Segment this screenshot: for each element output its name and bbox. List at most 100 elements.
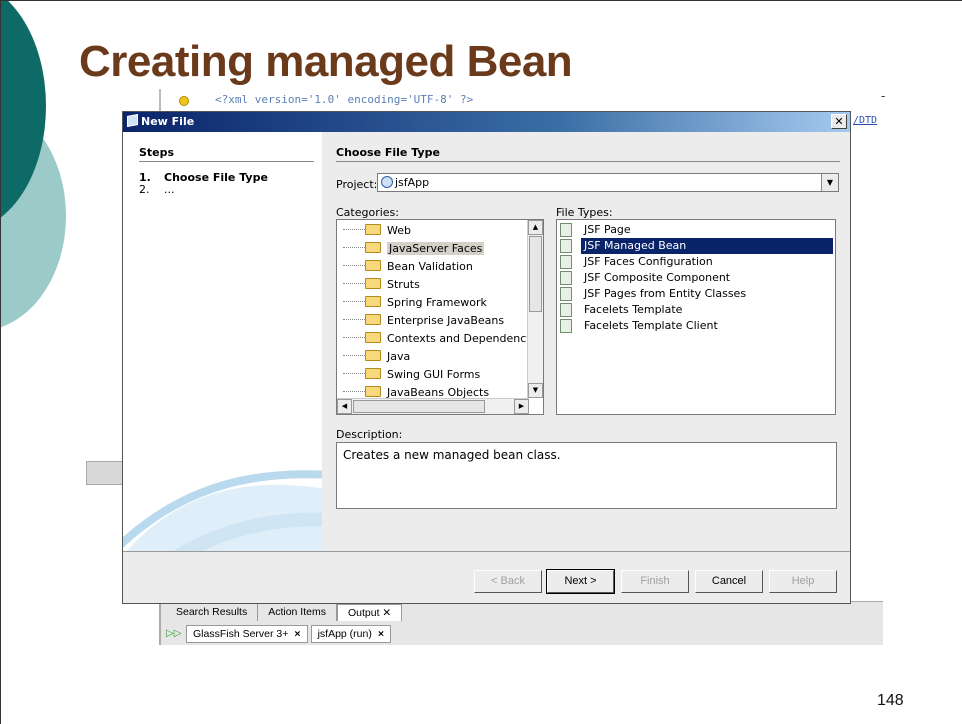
file-type-jsf-pages-from-entity[interactable]: JSF Pages from Entity Classes: [557, 286, 835, 302]
run-tab-jsfapp[interactable]: jsfApp (run) ×: [310, 625, 391, 643]
file-types-label: File Types:: [556, 206, 613, 219]
project-value: jsfApp: [395, 176, 430, 189]
folder-icon: [365, 224, 381, 235]
folder-icon: [365, 278, 381, 289]
file-type-jsf-managed-bean[interactable]: JSF Managed Bean: [557, 238, 835, 254]
file-type-label: JSF Page: [584, 223, 631, 236]
run-tab-glassfish[interactable]: GlassFish Server 3+ ×: [186, 625, 308, 643]
category-label: Java: [387, 350, 411, 363]
decorative-swoosh: [123, 470, 322, 551]
project-label: Project:: [336, 178, 378, 191]
category-item-enterprise-javabeans[interactable]: Enterprise JavaBeans: [337, 312, 527, 330]
close-icon[interactable]: ×: [294, 628, 300, 640]
file-types-list[interactable]: JSF Page JSF Managed Bean JSF Faces Conf…: [556, 219, 836, 415]
globe-icon: [381, 176, 393, 188]
file-icon: [560, 319, 572, 333]
category-item-javaserver-faces[interactable]: JavaServer Faces: [337, 240, 527, 258]
finish-button[interactable]: Finish: [621, 570, 689, 593]
file-type-label: JSF Composite Component: [584, 271, 731, 284]
cancel-button[interactable]: Cancel: [695, 570, 763, 593]
bean-file-icon: [560, 239, 572, 253]
category-item-contexts-dependency[interactable]: Contexts and Dependency Inj: [337, 330, 543, 348]
file-type-jsf-faces-configuration[interactable]: JSF Faces Configuration: [557, 254, 835, 270]
close-icon[interactable]: ×: [378, 628, 384, 640]
ide-dash: -: [881, 89, 886, 103]
button-bar: < Back Next > Finish Cancel Help: [123, 551, 850, 604]
file-type-label: Facelets Template: [584, 303, 683, 316]
chevron-down-icon[interactable]: ▼: [821, 174, 838, 191]
file-type-label: JSF Faces Configuration: [584, 255, 713, 268]
category-item-java[interactable]: Java: [337, 348, 527, 366]
run-tab-label: jsfApp (run): [317, 628, 372, 640]
category-label: Struts: [387, 278, 420, 291]
file-type-label: Facelets Template Client: [584, 319, 718, 332]
run-icon[interactable]: ▷▷: [166, 627, 182, 641]
folder-icon: [365, 314, 381, 325]
category-label: Web: [387, 224, 411, 237]
file-type-label: JSF Managed Bean: [581, 238, 833, 254]
category-label: Spring Framework: [387, 296, 487, 309]
scroll-up-icon[interactable]: ▲: [528, 220, 543, 235]
project-select[interactable]: jsfApp ▼: [377, 173, 839, 192]
next-button[interactable]: Next >: [546, 569, 615, 594]
folder-icon: [365, 386, 381, 397]
folder-icon: [365, 332, 381, 343]
ide-side-panel: [86, 461, 126, 485]
file-icon: [560, 271, 572, 285]
content-panel: Choose File Type Project: jsfApp ▼ Categ…: [322, 132, 852, 551]
description-label: Description:: [336, 428, 403, 441]
categories-vertical-scrollbar[interactable]: ▲ ▼: [527, 220, 543, 398]
folder-icon: [365, 296, 381, 307]
hint-icon[interactable]: [179, 96, 189, 106]
categories-list[interactable]: Web JavaServer Faces Bean Validation Str…: [336, 219, 544, 415]
file-type-jsf-page[interactable]: JSF Page: [557, 222, 835, 238]
category-label: Bean Validation: [387, 260, 473, 273]
file-type-jsf-composite-component[interactable]: JSF Composite Component: [557, 270, 835, 286]
folder-icon: [365, 242, 381, 253]
scroll-right-icon[interactable]: ▶: [514, 399, 529, 414]
close-button[interactable]: ✕: [831, 114, 847, 129]
dialog-title: New File: [141, 115, 195, 128]
file-type-label: JSF Pages from Entity Classes: [584, 287, 747, 300]
category-label: JavaServer Faces: [387, 242, 485, 255]
category-label: Enterprise JavaBeans: [387, 314, 505, 327]
description-box: Creates a new managed bean class.: [336, 442, 837, 509]
categories-horizontal-scrollbar[interactable]: ◀ ▶: [337, 398, 529, 414]
back-button[interactable]: < Back: [474, 570, 542, 593]
category-item-swing-gui-forms[interactable]: Swing GUI Forms: [337, 366, 527, 384]
slide-number: 148: [877, 692, 904, 709]
scroll-left-icon[interactable]: ◀: [337, 399, 352, 414]
file-icon: [560, 303, 572, 317]
run-tab-label: GlassFish Server 3+: [193, 628, 289, 640]
code-dtd-link[interactable]: /DTD: [853, 115, 877, 126]
category-item-web[interactable]: Web: [337, 222, 527, 240]
tab-output[interactable]: Output ✕: [336, 604, 403, 621]
tab-action-items[interactable]: Action Items: [258, 604, 337, 621]
new-file-dialog: New File ✕ Steps 1. Choose File Type 2...…: [122, 111, 851, 604]
file-icon: [560, 287, 572, 301]
file-icon: [560, 223, 572, 237]
output-tabs: Search Results Action Items Output ✕: [166, 604, 403, 621]
slide: Creating managed Bean <?xml version='1.0…: [0, 0, 962, 724]
step-2: 2....: [139, 183, 175, 196]
slide-title: Creating managed Bean: [79, 37, 573, 86]
category-label: Contexts and Dependency Inj: [387, 332, 544, 345]
file-type-facelets-template[interactable]: Facelets Template: [557, 302, 835, 318]
new-file-icon: [127, 114, 138, 127]
scroll-down-icon[interactable]: ▼: [528, 383, 543, 398]
category-item-spring-framework[interactable]: Spring Framework: [337, 294, 527, 312]
category-item-struts[interactable]: Struts: [337, 276, 527, 294]
steps-heading: Steps: [139, 146, 314, 162]
file-type-facelets-template-client[interactable]: Facelets Template Client: [557, 318, 835, 334]
step-label: ...: [164, 183, 175, 196]
dialog-titlebar[interactable]: New File ✕: [123, 112, 850, 132]
folder-icon: [365, 260, 381, 271]
tab-search-results[interactable]: Search Results: [166, 604, 259, 621]
scroll-thumb[interactable]: [353, 400, 485, 413]
step-number: 2.: [139, 183, 150, 196]
xml-file-icon: [560, 255, 572, 269]
content-heading: Choose File Type: [336, 146, 840, 162]
help-button[interactable]: Help: [769, 570, 837, 593]
scroll-thumb[interactable]: [529, 236, 542, 312]
category-item-bean-validation[interactable]: Bean Validation: [337, 258, 527, 276]
